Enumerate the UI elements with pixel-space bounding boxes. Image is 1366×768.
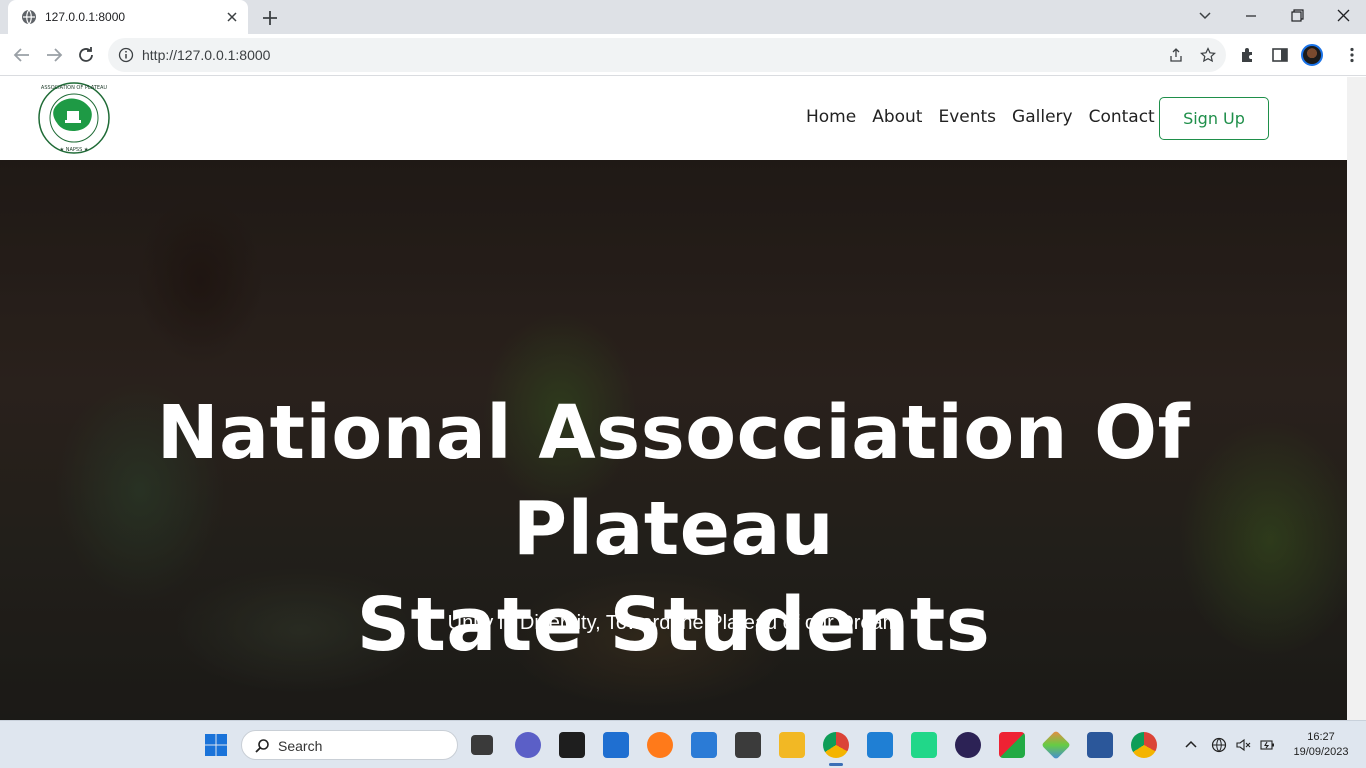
site-navbar: ASSOCIATION OF PLATEAU ★ NAPSS ★ Home Ab… <box>0 77 1347 160</box>
search-placeholder: Search <box>278 738 323 754</box>
hero-subtitle: Unity in Diversity, Toward the Plateau o… <box>447 612 900 634</box>
git-icon[interactable] <box>1041 730 1071 760</box>
windows-start-icon[interactable] <box>204 733 228 757</box>
nav-about[interactable]: About <box>864 107 930 127</box>
bookmark-star-icon[interactable] <box>1200 47 1216 63</box>
task-view-icon[interactable] <box>471 735 493 755</box>
vscode-icon[interactable] <box>867 732 893 758</box>
clock-time: 16:27 <box>1307 731 1335 743</box>
teams-chat-icon[interactable] <box>515 732 541 758</box>
main-nav: Home About Events Gallery Contact <box>798 107 1163 127</box>
taskbar-search[interactable]: Search <box>241 730 458 760</box>
side-panel-icon[interactable] <box>1271 46 1289 64</box>
show-hidden-icons-chevron-icon[interactable] <box>1183 737 1199 753</box>
share-icon[interactable] <box>1168 47 1184 63</box>
pycharm-icon[interactable] <box>911 732 937 758</box>
page-scrollbar[interactable] <box>1347 77 1366 720</box>
battery-charging-icon[interactable] <box>1259 737 1275 753</box>
notepad-icon[interactable] <box>691 732 717 758</box>
restore-icon[interactable] <box>1286 6 1308 26</box>
globe-icon <box>22 9 36 25</box>
windows-taskbar: Search 16:27 19/09/2023 <box>0 720 1366 768</box>
terminal-icon[interactable] <box>559 732 585 758</box>
microsoft-store-icon[interactable] <box>603 732 629 758</box>
svg-text:ASSOCIATION OF PLATEAU: ASSOCIATION OF PLATEAU <box>41 85 107 91</box>
firefox-icon[interactable] <box>647 732 673 758</box>
clock-date: 19/09/2023 <box>1293 746 1349 758</box>
chrome-profile-icon[interactable] <box>1131 732 1157 758</box>
svg-text:★ NAPSS ★: ★ NAPSS ★ <box>60 147 89 153</box>
site-info-icon[interactable] <box>118 47 134 63</box>
volume-muted-icon[interactable] <box>1235 737 1251 753</box>
hero-title-line-1: National Assocciation Of Plateau <box>156 390 1191 572</box>
chrome-active-indicator <box>829 763 843 766</box>
nav-home[interactable]: Home <box>798 107 864 127</box>
close-tab-icon[interactable] <box>224 9 240 25</box>
napss-logo[interactable]: ASSOCIATION OF PLATEAU ★ NAPSS ★ <box>37 81 111 155</box>
minimize-icon[interactable] <box>1240 6 1262 26</box>
tab-title: 127.0.0.1:8000 <box>45 10 126 24</box>
hero-banner: National Assocciation Of Plateau State S… <box>0 160 1347 720</box>
nav-events[interactable]: Events <box>930 107 1004 127</box>
reload-icon[interactable] <box>75 44 97 66</box>
search-icon <box>255 739 269 753</box>
word-icon[interactable] <box>1087 732 1113 758</box>
file-explorer-icon[interactable] <box>779 732 805 758</box>
browser-toolbar: http://127.0.0.1:8000 <box>0 34 1366 76</box>
sign-up-button[interactable]: Sign Up <box>1159 97 1269 140</box>
browser-tab[interactable]: 127.0.0.1:8000 <box>8 0 248 34</box>
winrar-icon[interactable] <box>999 732 1025 758</box>
url-text[interactable]: http://127.0.0.1:8000 <box>142 47 270 63</box>
sublime-text-icon[interactable] <box>735 732 761 758</box>
back-arrow-icon[interactable] <box>11 44 33 66</box>
browser-tab-strip: 127.0.0.1:8000 <box>0 0 1366 34</box>
forward-arrow-icon[interactable] <box>43 44 65 66</box>
address-bar[interactable]: http://127.0.0.1:8000 <box>108 38 1226 72</box>
more-menu-icon[interactable] <box>1343 46 1361 64</box>
eclipse-icon[interactable] <box>955 732 981 758</box>
nav-gallery[interactable]: Gallery <box>1004 107 1081 127</box>
network-globe-icon[interactable] <box>1211 737 1227 753</box>
page-viewport: ASSOCIATION OF PLATEAU ★ NAPSS ★ Home Ab… <box>0 77 1366 720</box>
close-window-icon[interactable] <box>1332 6 1354 26</box>
profile-avatar[interactable] <box>1301 44 1323 66</box>
chrome-icon[interactable] <box>823 732 849 758</box>
system-clock[interactable]: 16:27 19/09/2023 <box>1288 730 1354 760</box>
nav-contact[interactable]: Contact <box>1081 107 1163 127</box>
tab-search-chevron-icon[interactable] <box>1194 6 1216 26</box>
new-tab-icon[interactable] <box>260 8 280 28</box>
extensions-puzzle-icon[interactable] <box>1239 46 1257 64</box>
